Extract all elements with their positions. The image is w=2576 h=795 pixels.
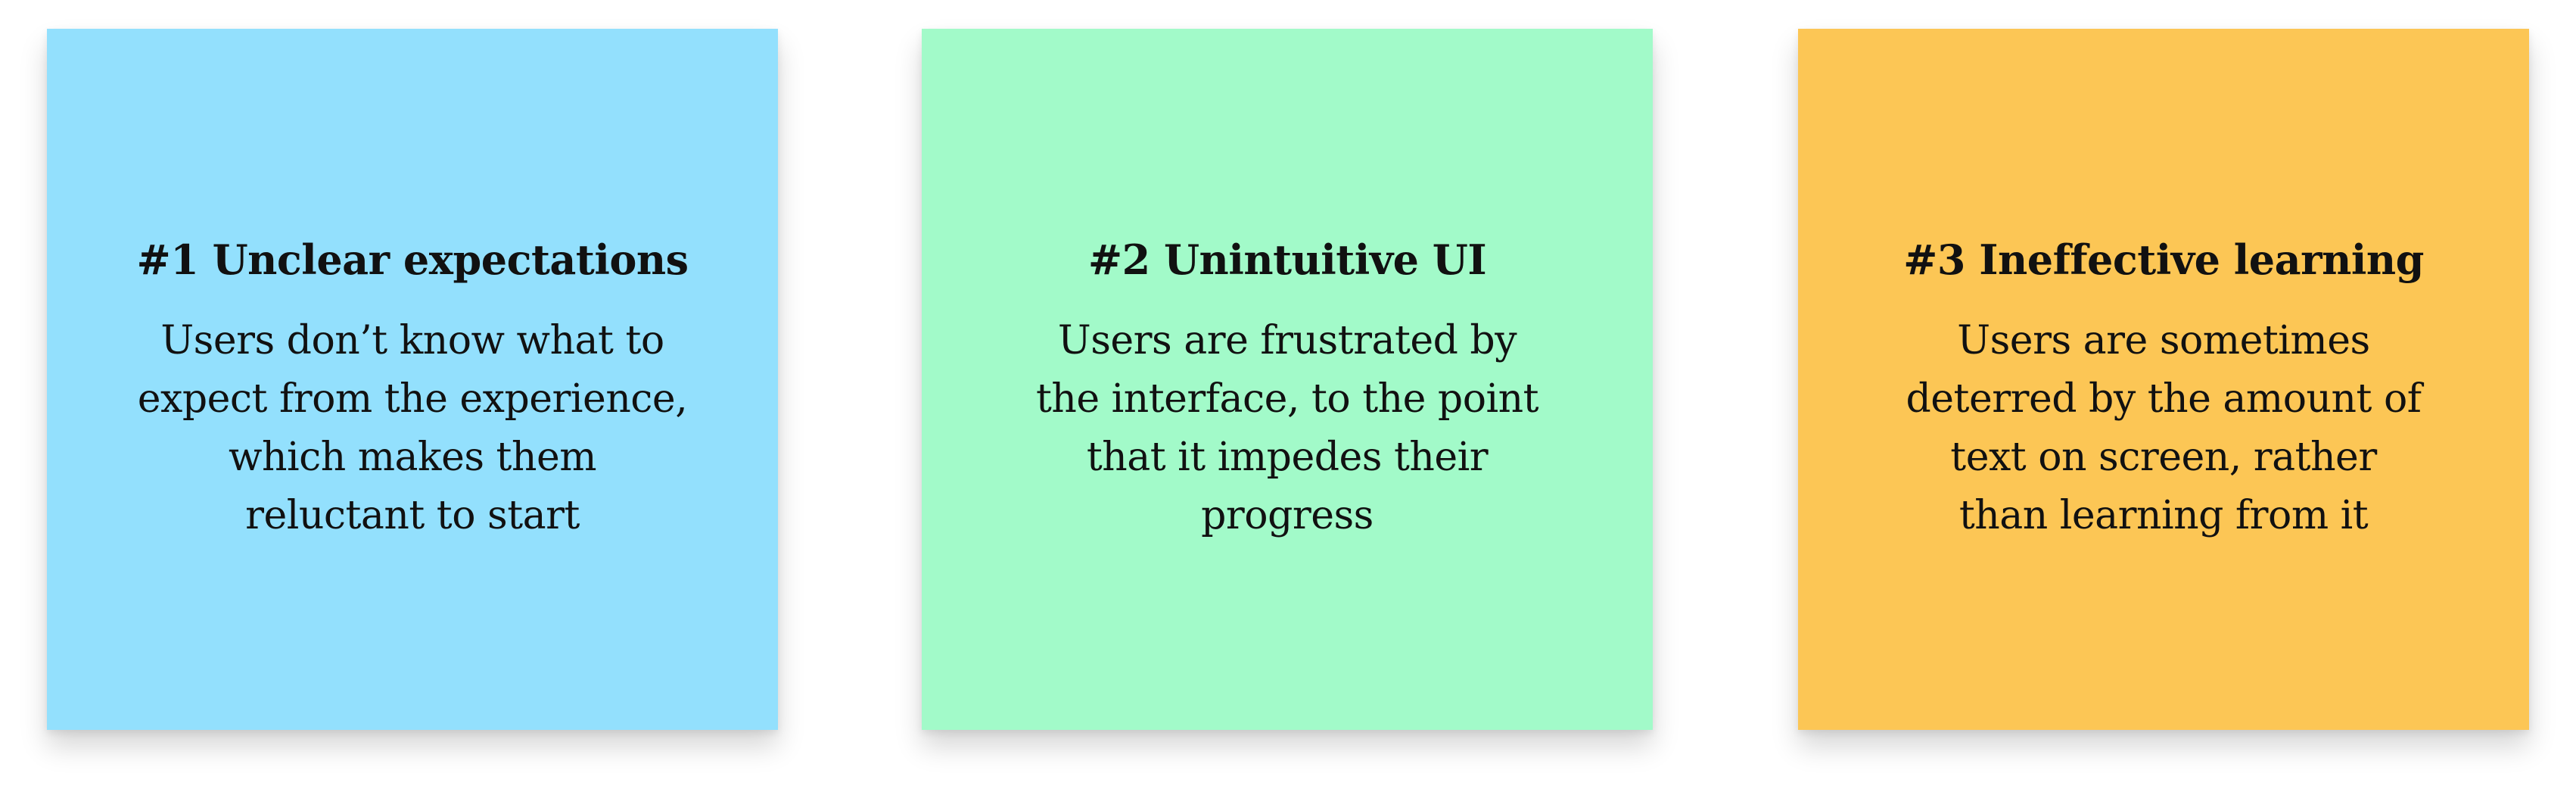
- sticky-note-unintuitive-ui: #2 Unintuitive UI Users are frustrated b…: [922, 29, 1653, 730]
- note-body-line: deterred by the amount of: [1906, 376, 2422, 422]
- note-body-line: expect from the experience,: [137, 376, 688, 422]
- note-body-line: progress: [1201, 493, 1374, 538]
- note-body: Users don’t know what to expect from the…: [77, 312, 748, 545]
- note-body-line: that it impedes their: [1086, 435, 1489, 480]
- note-body-line: Users are frustrated by: [1057, 318, 1517, 363]
- note-body-line: reluctant to start: [245, 493, 580, 538]
- note-body-line: Users don’t know what to: [160, 318, 664, 363]
- note-body-line: Users are sometimes: [1957, 318, 2370, 363]
- note-body-line: which makes them: [228, 435, 597, 480]
- note-title: #2 Unintuitive UI: [1087, 235, 1487, 284]
- note-body-line: than learning from it: [1958, 493, 2369, 538]
- note-body-line: the interface, to the point: [1035, 376, 1539, 422]
- note-body-line: text on screen, rather: [1950, 435, 2377, 480]
- note-body: Users are sometimes deterred by the amou…: [1828, 312, 2499, 545]
- sticky-note-ineffective-learning: #3 Ineffective learning Users are someti…: [1798, 29, 2529, 730]
- note-title: #1 Unclear expectations: [136, 235, 689, 284]
- note-body: Users are frustrated by the interface, t…: [952, 312, 1622, 545]
- sticky-note-unclear-expectations: #1 Unclear expectations Users don’t know…: [47, 29, 778, 730]
- note-title: #3 Ineffective learning: [1903, 235, 2424, 284]
